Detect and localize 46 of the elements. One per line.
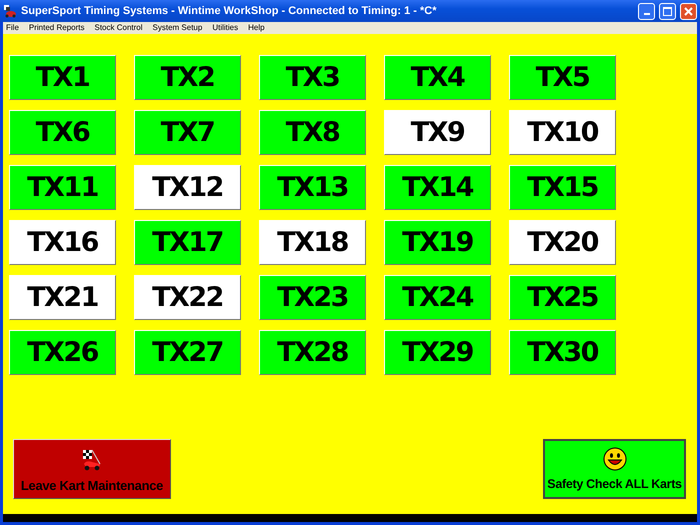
safety-check-button[interactable]: Safety Check ALL Karts <box>543 439 686 499</box>
kart-button[interactable]: TX3 <box>259 55 366 100</box>
maximize-icon <box>663 6 672 16</box>
kart-button[interactable]: TX22 <box>134 275 241 320</box>
minimize-button[interactable] <box>638 2 655 20</box>
kart-button[interactable]: TX15 <box>509 165 616 210</box>
kart-button[interactable]: TX10 <box>509 110 616 155</box>
kart-button[interactable]: TX14 <box>384 165 491 210</box>
menu-item[interactable]: Utilities <box>212 22 238 34</box>
kart-button[interactable]: TX12 <box>134 165 241 210</box>
kart-button[interactable]: TX6 <box>9 110 116 155</box>
kart-button[interactable]: TX24 <box>384 275 491 320</box>
kart-button[interactable]: TX2 <box>134 55 241 100</box>
kart-button[interactable]: TX21 <box>9 275 116 320</box>
kart-button[interactable]: TX20 <box>509 220 616 265</box>
kart-button[interactable]: TX11 <box>9 165 116 210</box>
kart-button[interactable]: TX17 <box>134 220 241 265</box>
kart-button[interactable]: TX23 <box>259 275 366 320</box>
app-icon <box>3 4 17 18</box>
kart-button[interactable]: TX7 <box>134 110 241 155</box>
kart-button[interactable]: TX1 <box>9 55 116 100</box>
smiley-icon <box>602 447 626 472</box>
kart-button[interactable]: TX25 <box>509 275 616 320</box>
kart-button[interactable]: TX29 <box>384 330 491 375</box>
close-icon <box>684 6 693 16</box>
close-button[interactable] <box>680 2 697 20</box>
kart-button[interactable]: TX30 <box>509 330 616 375</box>
kart-button[interactable]: TX13 <box>259 165 366 210</box>
menu-item[interactable]: File <box>6 22 19 34</box>
kart-button[interactable]: TX4 <box>384 55 491 100</box>
kart-button[interactable]: TX19 <box>384 220 491 265</box>
kart-button[interactable]: TX5 <box>509 55 616 100</box>
menu-item[interactable]: Printed Reports <box>28 22 84 34</box>
menu-item[interactable]: Help <box>248 22 265 34</box>
kart-button[interactable]: TX26 <box>9 330 116 375</box>
menu-item[interactable]: Stock Control <box>94 22 143 34</box>
maximize-button[interactable] <box>659 2 676 20</box>
kart-button[interactable]: TX16 <box>9 220 116 265</box>
kart-button[interactable]: TX28 <box>259 330 366 375</box>
menu-item[interactable]: System Setup <box>152 22 202 34</box>
kart-button[interactable]: TX27 <box>134 330 241 375</box>
kart-button[interactable]: TX8 <box>259 110 366 155</box>
kart-button[interactable]: TX18 <box>259 220 366 265</box>
kart-button[interactable]: TX9 <box>384 110 491 155</box>
window-title: SuperSport Timing Systems - Wintime WorkShop - Connected to Timing: 1 - *C* <box>21 4 438 19</box>
minimize-icon <box>644 13 650 15</box>
